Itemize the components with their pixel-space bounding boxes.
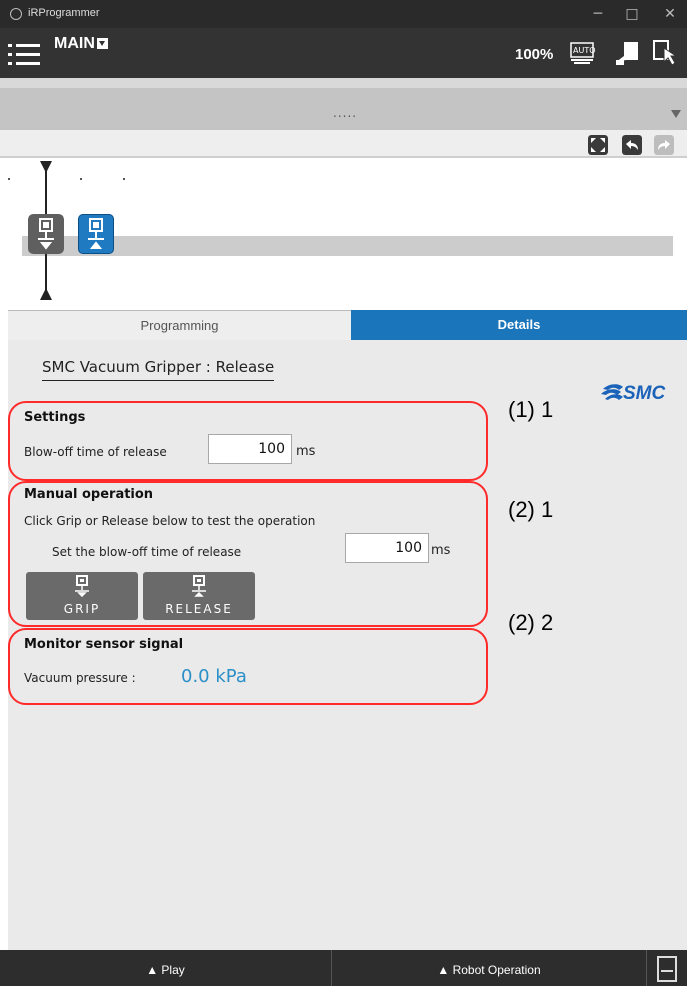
- dropdown-icon: [96, 38, 108, 49]
- unit-label: ms: [431, 543, 451, 558]
- program-name: MAIN: [54, 35, 95, 52]
- grip-button-label: GRIP: [63, 602, 101, 616]
- redo-icon[interactable]: [654, 135, 674, 155]
- timeline-marker: [8, 178, 10, 180]
- grip-button[interactable]: GRIP: [26, 572, 138, 620]
- app-icon: [10, 8, 22, 20]
- vacuum-label: Vacuum pressure :: [24, 671, 136, 685]
- touch-icon[interactable]: [650, 38, 684, 68]
- smc-logo: SMC: [601, 383, 666, 403]
- timeline-marker: [80, 178, 82, 180]
- band-dots: .....: [333, 106, 358, 120]
- speed-override[interactable]: 100%: [515, 46, 553, 63]
- band-top: [0, 78, 687, 88]
- tab-details[interactable]: Details: [351, 310, 687, 340]
- details-panel: SMC Vacuum Gripper : Release SMC (1) 1 (…: [8, 340, 687, 950]
- blowoff-label: Blow-off time of release: [24, 445, 167, 459]
- annotation-label: (2) 1: [508, 497, 554, 522]
- release-icon: [192, 575, 206, 597]
- robot-operation-button[interactable]: ▲ Robot Operation: [332, 950, 647, 986]
- monitor-title: Monitor sensor signal: [24, 637, 184, 652]
- manual-blowoff-label: Set the blow-off time of release: [52, 545, 242, 559]
- manual-blowoff-time-input[interactable]: 100: [345, 533, 429, 563]
- tab-bar: Programming Details: [8, 310, 687, 340]
- timeline-marker: [123, 178, 125, 180]
- blowoff-time-input[interactable]: 100: [208, 434, 292, 464]
- annotation-label: (2) 2: [508, 610, 554, 635]
- vacuum-pressure-value: 0.0 kPa: [181, 666, 247, 687]
- expand-arrow-icon[interactable]: [671, 110, 681, 118]
- undo-icon[interactable]: [622, 135, 642, 155]
- svg-text:AUTO: AUTO: [573, 46, 596, 55]
- timeline-toolbar: [0, 130, 687, 158]
- smc-logo-text: SMC: [623, 383, 666, 403]
- gripper-release-block[interactable]: [78, 214, 114, 254]
- menu-icon[interactable]: [8, 38, 42, 70]
- auto-mode-icon[interactable]: AUTO: [568, 38, 602, 68]
- manual-operation-title: Manual operation: [24, 487, 154, 502]
- play-button[interactable]: ▲ Play: [0, 950, 332, 986]
- annotation-label: (1) 1: [508, 397, 554, 422]
- tab-programming[interactable]: Programming: [8, 310, 351, 340]
- window-title: iRProgrammer: [28, 7, 100, 19]
- unit-label: ms: [296, 444, 316, 459]
- cursor-top-arrow-icon: [40, 161, 52, 173]
- timeline-track: [22, 236, 673, 256]
- release-button-label: RELEASE: [165, 602, 233, 616]
- fit-view-icon[interactable]: [588, 135, 608, 155]
- program-selector[interactable]: MAIN: [54, 35, 108, 53]
- teach-pendant-icon[interactable]: [612, 38, 646, 68]
- gripper-grip-block[interactable]: [28, 214, 64, 254]
- bottom-bar: ▲ Play ▲ Robot Operation: [0, 950, 687, 986]
- page-title: SMC Vacuum Gripper : Release: [42, 358, 275, 381]
- grip-icon: [75, 575, 89, 597]
- save-icon[interactable]: [657, 956, 677, 982]
- timeline[interactable]: [8, 158, 687, 310]
- window-titlebar: iRProgrammer ─ □ ✕: [0, 0, 687, 28]
- app-header: MAIN 100% AUTO: [0, 28, 687, 78]
- maximize-button[interactable]: □: [617, 3, 647, 25]
- manual-instruction: Click Grip or Release below to test the …: [24, 514, 316, 528]
- settings-title: Settings: [24, 410, 86, 425]
- program-strip[interactable]: .....: [0, 88, 687, 130]
- cursor-bottom-arrow-icon: [40, 288, 52, 300]
- minimize-button[interactable]: ─: [583, 3, 613, 25]
- release-button[interactable]: RELEASE: [143, 572, 255, 620]
- close-button[interactable]: ✕: [655, 3, 685, 25]
